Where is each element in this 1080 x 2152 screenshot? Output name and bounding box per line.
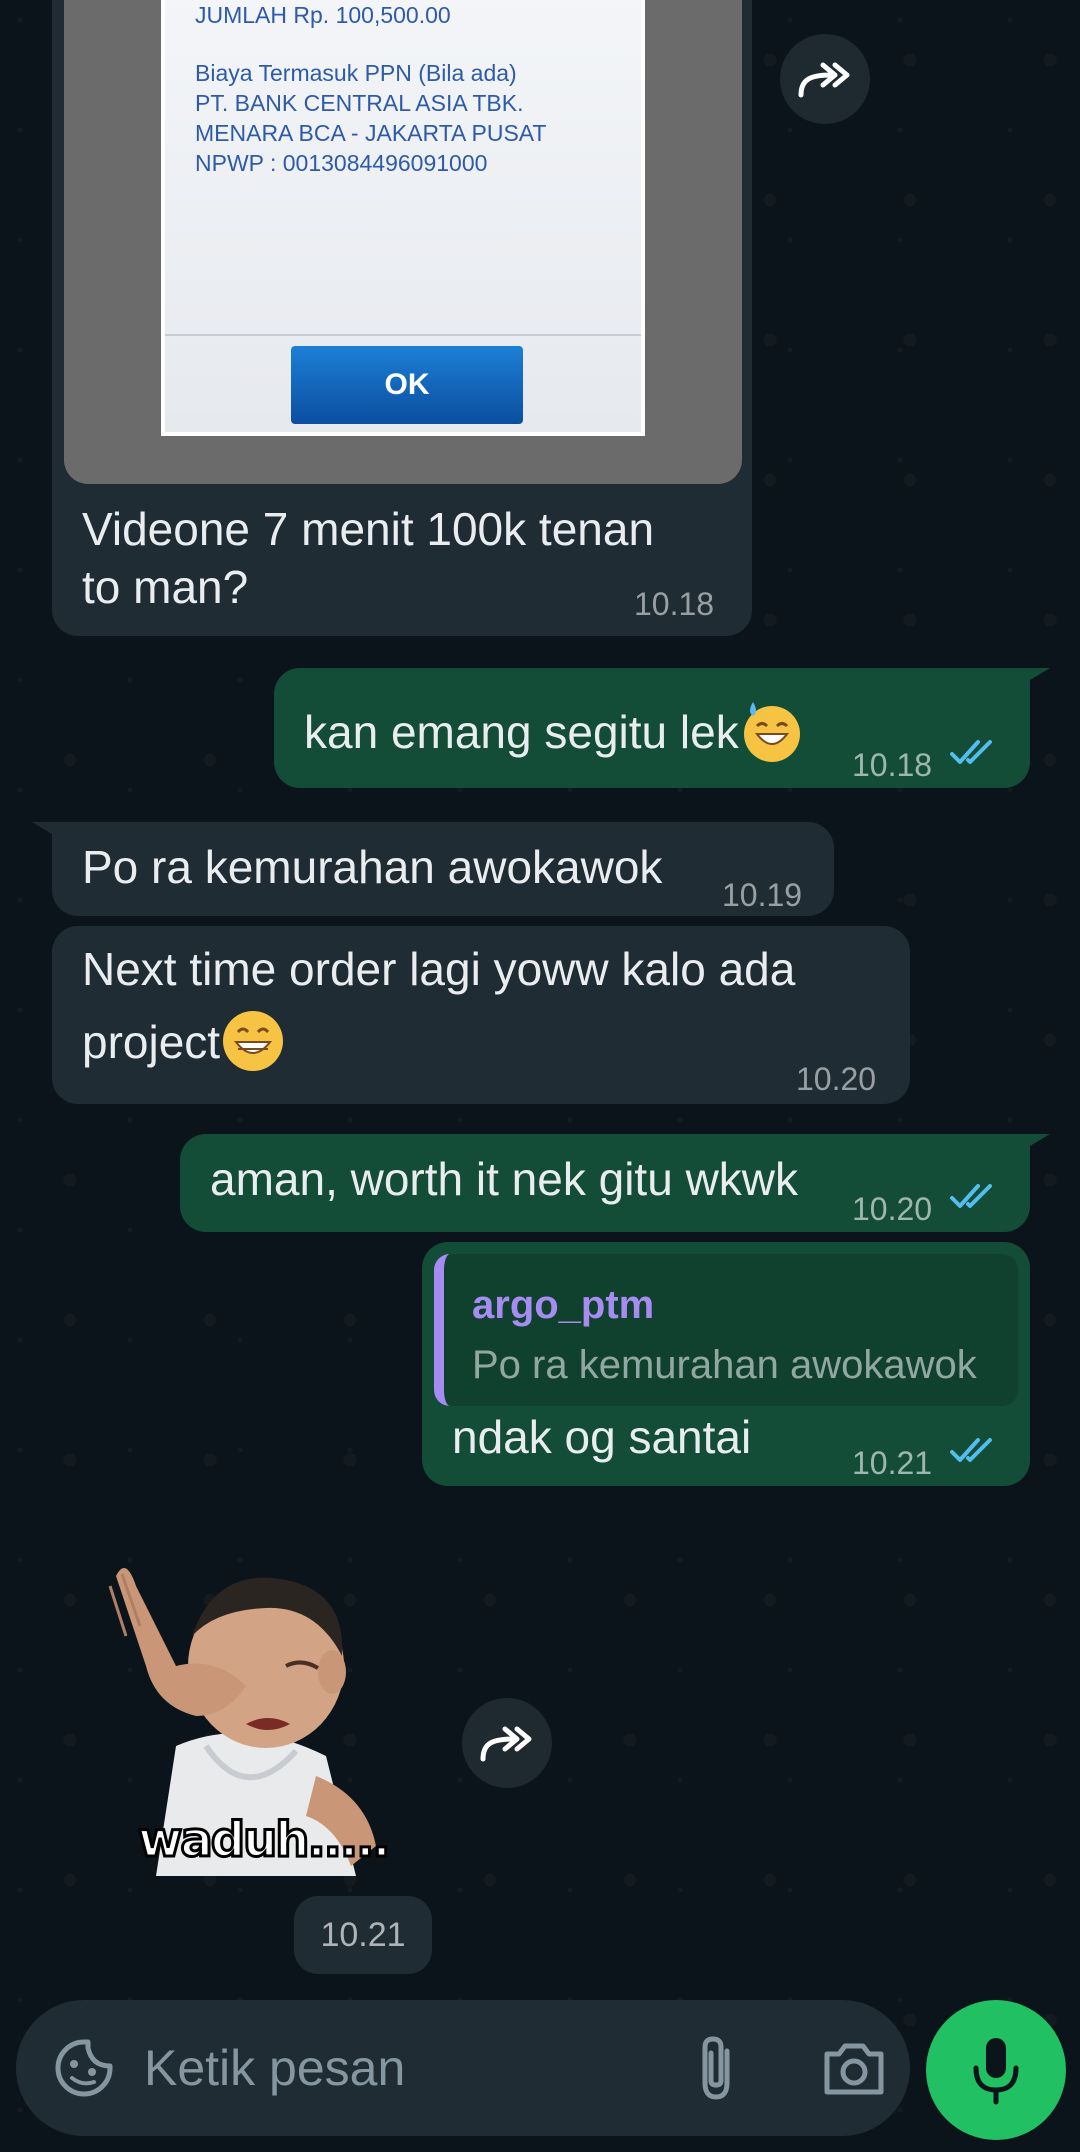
sticker-icon <box>55 2039 113 2097</box>
receipt-divider <box>165 334 641 336</box>
receipt-info-line: NPWP : 0013084496091000 <box>195 150 488 176</box>
sweat-smile-emoji <box>743 702 800 762</box>
voice-message-button[interactable] <box>926 2000 1066 2140</box>
forward-icon <box>798 62 850 98</box>
message-time: 10.20 <box>796 1061 877 1097</box>
forward-button[interactable] <box>462 1698 552 1788</box>
attach-button[interactable] <box>676 2028 756 2108</box>
receipt-ok-button: OK <box>291 346 523 424</box>
message-time: 10.18 <box>852 747 933 783</box>
receipt-info-line: MENARA BCA - JAKARTA PUSAT <box>195 120 547 146</box>
message-text-line: project <box>82 1016 221 1068</box>
quoted-message[interactable]: argo_ptm Po ra kemurahan awokawok <box>434 1254 1018 1406</box>
receipt-info-line: Biaya Termasuk PPN (Bila ada) <box>195 60 517 86</box>
read-receipt-icon <box>950 740 992 764</box>
camera-icon <box>824 2043 884 2095</box>
receipt-paper: JUMLAH Rp. 100,500.00 Biaya Termasuk PPN… <box>161 0 645 436</box>
paperclip-icon <box>702 2036 730 2100</box>
outgoing-reply-bubble[interactable]: argo_ptm Po ra kemurahan awokawok ndak o… <box>422 1242 1030 1486</box>
incoming-message-bubble[interactable]: Po ra kemurahan awokawok 10.19 <box>52 822 834 916</box>
forward-icon <box>480 1726 532 1762</box>
message-text-line: Next time order lagi yoww kalo ada <box>82 943 796 995</box>
read-receipt-icon <box>950 1438 992 1462</box>
camera-button[interactable] <box>812 2028 896 2108</box>
sticker-button[interactable] <box>44 2028 124 2108</box>
quote-author: argo_ptm <box>472 1283 655 1327</box>
grinning-emoji <box>223 1011 284 1071</box>
incoming-message-bubble[interactable]: Next time order lagi yoww kalo ada proje… <box>52 926 910 1104</box>
message-text: aman, worth it nek gitu wkwk <box>210 1153 799 1205</box>
message-text: ndak og santai <box>452 1411 752 1463</box>
message-text: kan emang segitu lek <box>304 706 739 758</box>
message-input[interactable] <box>144 2028 664 2108</box>
receipt-image[interactable]: JUMLAH Rp. 100,500.00 Biaya Termasuk PPN… <box>64 0 742 484</box>
read-receipt-icon <box>950 1184 992 1208</box>
receipt-amount: JUMLAH Rp. 100,500.00 <box>195 2 451 28</box>
message-text: Videone 7 menit 100k tenan to man? <box>82 500 654 616</box>
message-composer <box>16 2000 910 2136</box>
microphone-icon <box>973 2038 1019 2105</box>
message-time: 10.21 <box>852 1445 933 1481</box>
outgoing-message-bubble[interactable]: aman, worth it nek gitu wkwk 10.20 <box>180 1134 1030 1232</box>
receipt-info-line: PT. BANK CENTRAL ASIA TBK. <box>195 90 524 116</box>
message-text-line: Videone 7 menit 100k tenan <box>82 503 655 555</box>
message-time: 10.18 <box>634 586 715 622</box>
forward-button[interactable] <box>780 34 870 124</box>
message-time: 10.20 <box>852 1191 933 1227</box>
message-text-line: to man? <box>82 561 249 613</box>
message-time: 10.19 <box>722 877 803 913</box>
message-text: Po ra kemurahan awokawok <box>82 841 663 893</box>
sticker-time-chip: 10.21 <box>294 1896 432 1974</box>
outgoing-message-bubble[interactable]: kan emang segitu lek 10.18 <box>274 668 1030 788</box>
sticker-caption: waduh..... <box>137 1811 393 1870</box>
quote-text: Po ra kemurahan awokawok <box>472 1343 977 1387</box>
